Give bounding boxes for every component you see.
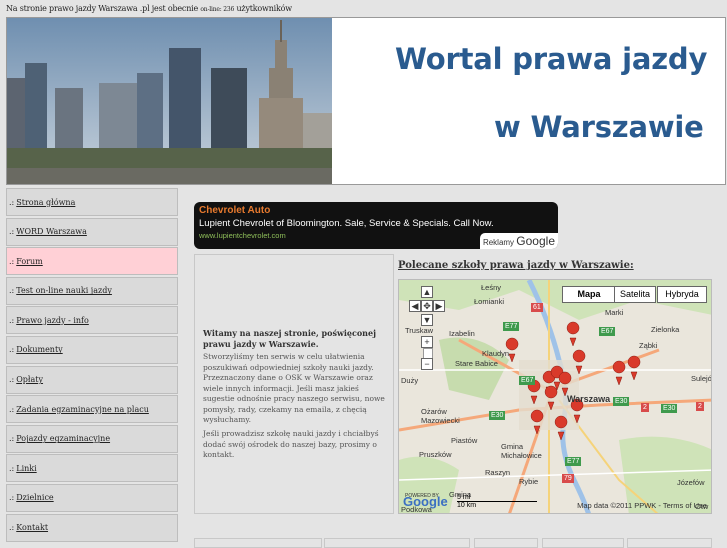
welcome-paragraph-1: Stworzyliśmy ten serwis w celu ułatwieni… (203, 352, 385, 424)
nav-item-word[interactable]: .: WORD Warszawa (6, 217, 178, 246)
bottom-box-5 (627, 538, 712, 548)
bottom-box-1 (194, 538, 322, 548)
zoom-out-icon[interactable]: − (421, 358, 433, 370)
bottom-box-3 (474, 538, 538, 548)
map-section: Polecane szkoły prawa jazdy w Warszawie: (398, 254, 712, 514)
map-background (399, 280, 711, 513)
nav-link[interactable]: Linki (16, 464, 36, 473)
nav-link[interactable]: Forum (16, 257, 43, 266)
nav-item-forum[interactable]: .: Forum (6, 247, 178, 276)
bottom-box-2 (324, 538, 470, 548)
ad-description: Lupient Chevrolet of Bloomington. Sale, … (199, 218, 494, 229)
pan-down-icon[interactable]: ▼ (421, 314, 433, 326)
google-map[interactable]: Mapa Satelita Hybryda ▲ ◀ ✥ ▶ ▼ + − Łeśn… (398, 279, 712, 514)
nav-item-fees[interactable]: .: Opłaty (6, 365, 178, 394)
map-data-attribution[interactable]: Map data ©2011 PPWK - Terms of Use (577, 501, 707, 510)
header-banner: Wortal prawa jazdy w Warszawie (6, 17, 726, 185)
nav-item-info[interactable]: .: Prawo jazdy - info (6, 306, 178, 335)
google-logo[interactable]: Google (403, 494, 448, 509)
site-title-line2: w Warszawie (494, 110, 704, 144)
nav-item-vehicles[interactable]: .: Pojazdy egzaminacyjne (6, 424, 178, 453)
nav-link[interactable]: Pojazdy egzaminacyjne (16, 434, 110, 443)
nav-item-documents[interactable]: .: Dokumenty (6, 335, 178, 364)
nav-item-home[interactable]: .: Strona główna (6, 188, 178, 216)
nav-item-tasks[interactable]: .: Zadania egzaminacyjne na placu (6, 395, 178, 424)
nav-link[interactable]: Dokumenty (16, 345, 62, 354)
nav-link[interactable]: Test on-line nauki jazdy (16, 286, 112, 295)
welcome-box: Witamy na naszej stronie, poświęconej pr… (194, 254, 394, 514)
nav-link[interactable]: Zadania egzaminacyjne na placu (16, 405, 149, 414)
google-ad[interactable]: Chevrolet Auto Lupient Chevrolet of Bloo… (194, 202, 558, 249)
welcome-paragraph-2: Jeśli prowadzisz szkołę nauki jazdy i ch… (203, 429, 379, 459)
pan-right-icon[interactable]: ▶ (433, 300, 445, 312)
nav-item-links[interactable]: .: Linki (6, 454, 178, 483)
map-type-hybrid[interactable]: Hybryda (657, 286, 707, 303)
bottom-box-4 (542, 538, 624, 548)
nav-link[interactable]: Strona główna (16, 198, 75, 207)
ad-url[interactable]: www.lupientchevrolet.com (199, 231, 286, 240)
ad-title[interactable]: Chevrolet Auto (199, 205, 270, 216)
nav-link[interactable]: WORD Warszawa (16, 227, 87, 236)
nav-item-test[interactable]: .: Test on-line nauki jazdy (6, 276, 178, 305)
map-type-satellite[interactable]: Satelita (614, 286, 656, 303)
zoom-in-icon[interactable]: + (421, 336, 433, 348)
map-scale: 5 mi 10 km (457, 494, 537, 509)
pan-left-icon[interactable]: ◀ (409, 300, 421, 312)
map-heading[interactable]: Polecane szkoły prawa jazdy w Warszawie: (398, 260, 634, 271)
online-users-line: Na stronie prawo jazdy Warszawa .pl jest… (6, 4, 292, 13)
nav-item-districts[interactable]: .: Dzielnice (6, 483, 178, 512)
site-title-line1: Wortal prawa jazdy (395, 42, 708, 76)
welcome-title: Witamy na naszej stronie, poświęconej pr… (203, 328, 376, 349)
pan-up-icon[interactable]: ▲ (421, 286, 433, 298)
nav-link[interactable]: Kontakt (16, 523, 48, 532)
nav-item-contact[interactable]: .: Kontakt (6, 513, 178, 542)
nav-link[interactable]: Opłaty (16, 375, 43, 384)
ads-by-google-badge[interactable]: Reklamy Google (479, 233, 558, 249)
nav-link[interactable]: Prawo jazdy - info (16, 316, 89, 325)
warsaw-skyline-photo (7, 18, 332, 184)
nav-link[interactable]: Dzielnice (16, 493, 53, 502)
sidebar-nav: .: Strona główna .: WORD Warszawa .: Forum … (6, 188, 178, 543)
pan-center-icon[interactable]: ✥ (421, 300, 433, 312)
map-type-map[interactable]: Mapa (562, 286, 616, 303)
